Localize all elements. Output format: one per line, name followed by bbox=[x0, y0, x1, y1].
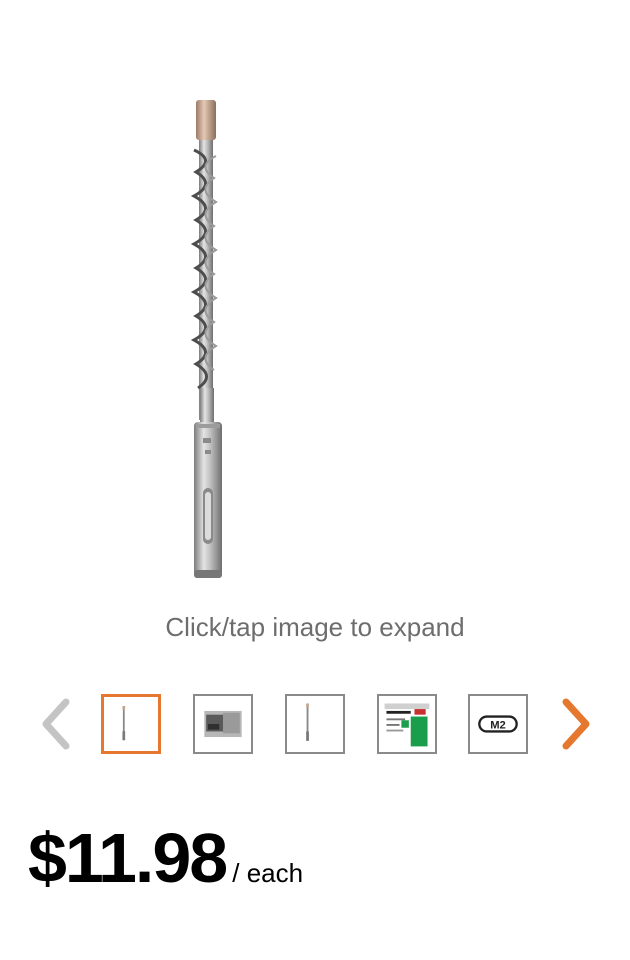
chevron-right-icon bbox=[562, 698, 590, 750]
expand-hint: Click/tap image to expand bbox=[165, 612, 465, 642]
thumbnail-4[interactable] bbox=[377, 694, 437, 754]
thumbnail-5[interactable]: M2 bbox=[468, 694, 528, 754]
m2-logo-text: M2 bbox=[490, 720, 506, 732]
thumbnail-3[interactable] bbox=[285, 694, 345, 754]
drill-bit-thumbnail-icon bbox=[122, 706, 126, 741]
chevron-left-icon bbox=[42, 698, 70, 750]
price: $11.98/ each bbox=[28, 818, 303, 898]
thumbnail-1[interactable] bbox=[101, 694, 161, 754]
thumbnail-carousel: M2 bbox=[0, 690, 630, 760]
packaging-thumbnail-icon bbox=[384, 703, 430, 747]
drill-bit-image bbox=[190, 100, 222, 578]
price-unit: / each bbox=[232, 858, 304, 888]
drilling-in-use-thumbnail-icon bbox=[204, 710, 242, 738]
previous-image-button[interactable] bbox=[36, 696, 76, 752]
thumbnail-2[interactable] bbox=[193, 694, 253, 754]
price-amount: $11.98 bbox=[28, 819, 228, 897]
product-image[interactable] bbox=[0, 0, 630, 600]
next-image-button[interactable] bbox=[556, 696, 596, 752]
m2-logo-thumbnail-icon: M2 bbox=[478, 715, 518, 733]
drill-bit-thumbnail-icon bbox=[306, 703, 309, 741]
